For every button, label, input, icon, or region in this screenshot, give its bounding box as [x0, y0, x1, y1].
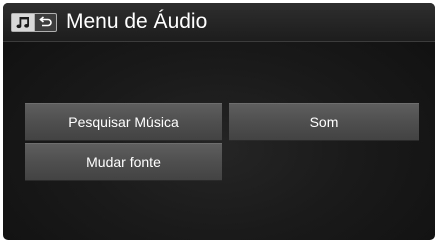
header-icon-group — [11, 13, 57, 32]
mudar-fonte-label: Mudar fonte — [86, 154, 161, 170]
music-note-icon[interactable] — [12, 14, 35, 31]
page-title: Menu de Áudio — [66, 10, 208, 33]
som-label: Som — [309, 114, 339, 130]
back-arrow-glyph — [39, 16, 52, 27]
audio-menu-screen: Menu de Áudio Pesquisar Música Mudar fon… — [3, 3, 435, 240]
som-button[interactable]: Som — [229, 103, 419, 141]
header-bar: Menu de Áudio — [3, 3, 435, 42]
mudar-fonte-button[interactable]: Mudar fonte — [25, 143, 222, 181]
pesquisar-musica-button[interactable]: Pesquisar Música — [25, 103, 222, 141]
pesquisar-musica-label: Pesquisar Música — [68, 114, 179, 130]
music-note-glyph — [16, 17, 29, 29]
back-arrow-icon[interactable] — [35, 14, 57, 31]
